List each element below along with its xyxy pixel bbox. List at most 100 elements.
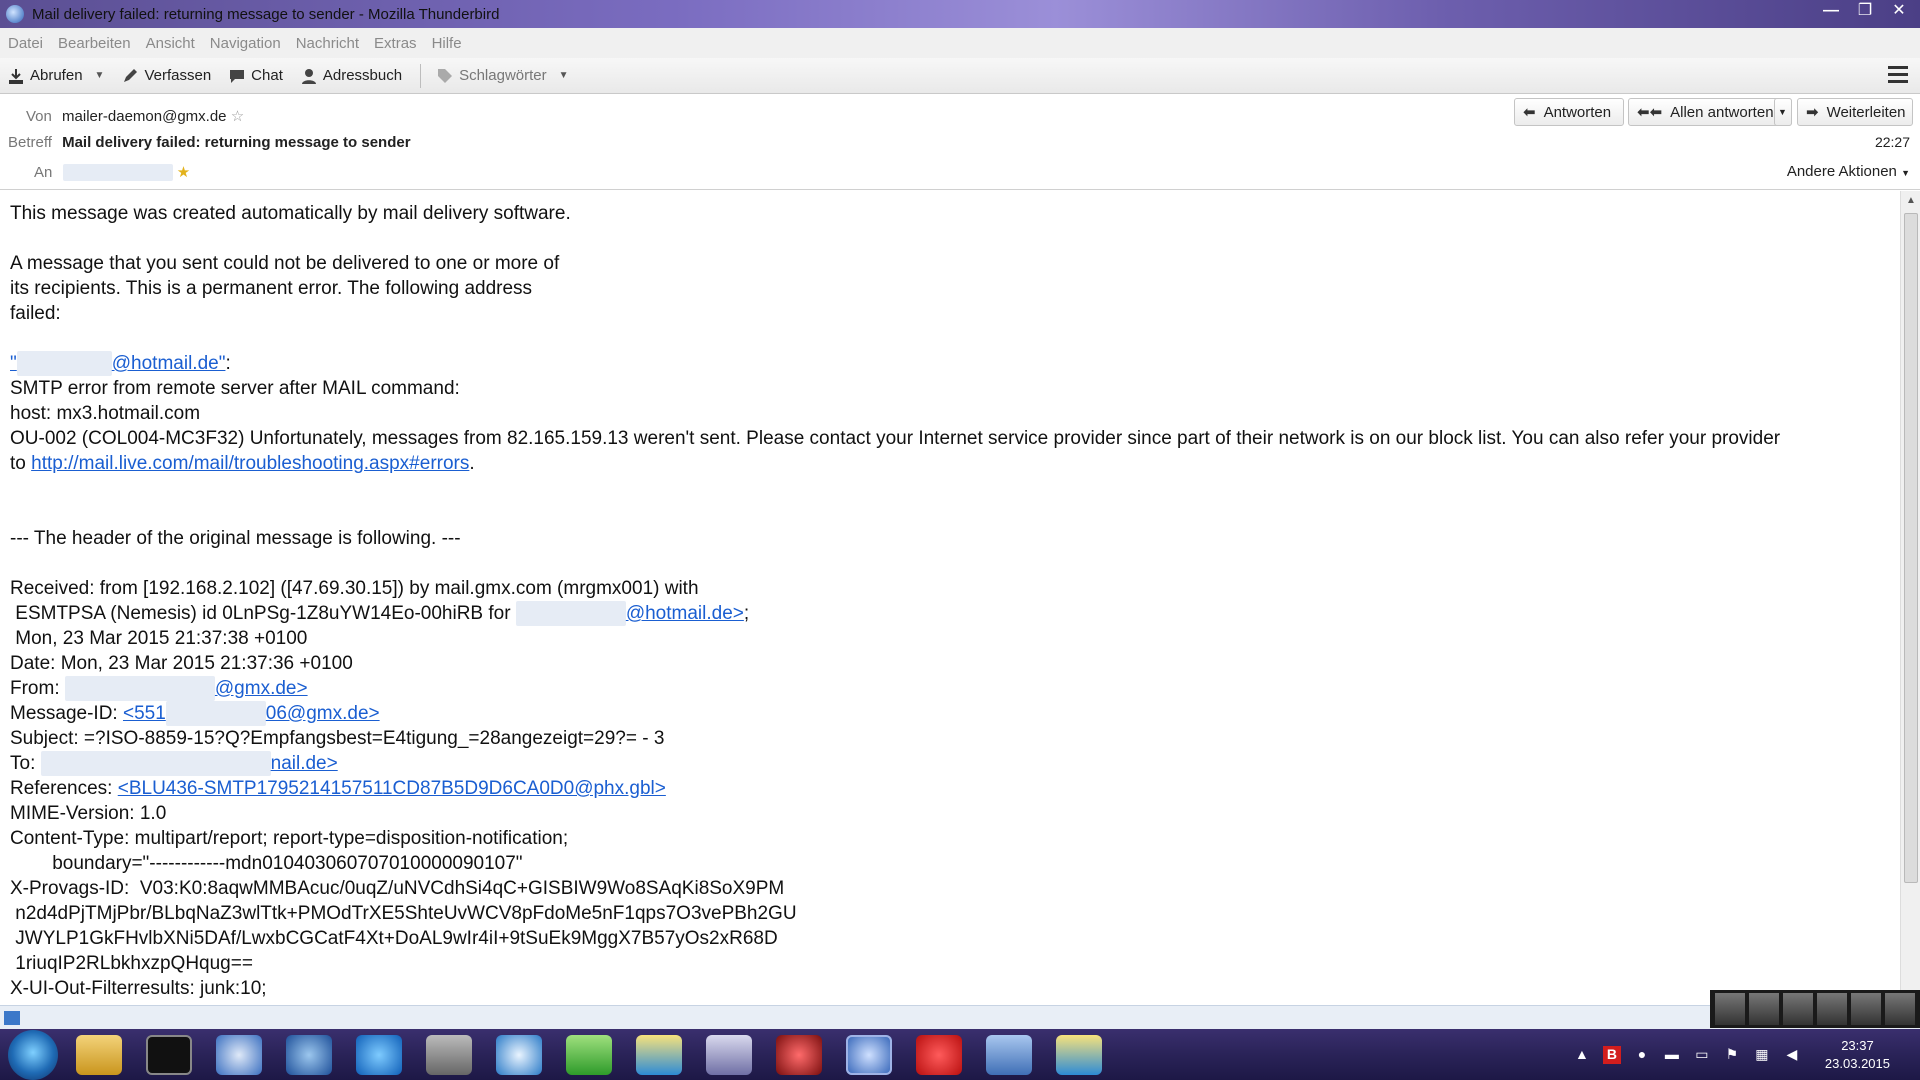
body-line: --- The header of the original message i… — [10, 528, 461, 549]
monitor-icon[interactable] — [706, 1034, 752, 1075]
get-mail-button[interactable]: Abrufen ▼ — [8, 67, 104, 84]
b-app-icon[interactable]: B — [1602, 1045, 1621, 1064]
body-line: JWYLP1GkFHvlbXNi5DAf/LwxbCGCatF4Xt+DoAL9… — [10, 928, 778, 949]
menu-hilfe[interactable]: Hilfe — [432, 35, 462, 52]
network-icon[interactable] — [496, 1034, 542, 1075]
recipient-link[interactable]: x@hotmail.de> — [515, 601, 744, 626]
thumbnail-image[interactable] — [1885, 993, 1915, 1025]
app-green-icon[interactable] — [566, 1034, 612, 1075]
chat-button[interactable]: Chat — [229, 67, 283, 84]
internet-explorer-icon[interactable] — [356, 1034, 402, 1075]
system-tray: ▲ B ● ▬ ▭ ⚑ ▦ ◀ 23:37 23.03.2015 — [1573, 1029, 1920, 1080]
menu-nachricht[interactable]: Nachricht — [296, 35, 359, 52]
body-line: Content-Type: multipart/report; report-t… — [10, 828, 569, 849]
volume-icon[interactable]: ◀ — [1783, 1046, 1801, 1064]
from-line: From: x@gmx.de> — [10, 676, 308, 701]
app-menu-icon[interactable] — [1888, 66, 1908, 87]
clock[interactable]: 23:37 23.03.2015 — [1825, 1037, 1890, 1073]
tray-app-icon[interactable]: ▬ — [1663, 1046, 1681, 1064]
compose-button[interactable]: Verfassen — [122, 67, 211, 84]
globe-icon[interactable] — [286, 1034, 332, 1075]
thumbnail-strip — [1710, 990, 1920, 1028]
menu-ansicht[interactable]: Ansicht — [146, 35, 195, 52]
scroll-up-icon[interactable]: ▲ — [1901, 195, 1920, 206]
body-line: 1riuqIP2RLbkhxzpQHqug== — [10, 953, 253, 974]
subject-value: Mail delivery failed: returning message … — [62, 134, 411, 151]
camera-icon[interactable] — [426, 1034, 472, 1075]
explorer-icon[interactable] — [76, 1034, 122, 1075]
tags-button[interactable]: Schlagwörter ▼ — [437, 67, 569, 84]
terminal-icon[interactable] — [146, 1034, 192, 1075]
references-link[interactable]: <BLU436-SMTP1795214157511CD87B5D9D6CA0D0… — [118, 778, 666, 799]
thumbnail-image[interactable] — [1783, 993, 1813, 1025]
to-value-redacted[interactable]: x — [62, 164, 173, 181]
browser-icon[interactable] — [216, 1034, 262, 1075]
body-line: X-UI-Out-Filterresults: junk:10; — [10, 978, 267, 999]
from-row: Von mailer-daemon@gmx.de ☆ — [26, 107, 244, 125]
body-line: host: mx3.hotmail.com — [10, 403, 201, 424]
thumbnail-image[interactable] — [1817, 993, 1847, 1025]
body-line: OU-002 (COL004-MC3F32) Unfortunately, me… — [10, 428, 1781, 449]
desktop-app-icon[interactable] — [986, 1034, 1032, 1075]
from-link[interactable]: @gmx.de> — [215, 678, 308, 699]
close-button[interactable]: ✕ — [1882, 0, 1916, 24]
thumbnail-image[interactable] — [1749, 993, 1779, 1025]
tray-app-icon[interactable]: ▭ — [1693, 1046, 1711, 1064]
network-tray-icon[interactable]: ▦ — [1753, 1046, 1771, 1064]
clock-time: 23:37 — [1841, 1037, 1874, 1053]
address-book-button[interactable]: Adressbuch — [301, 67, 402, 84]
message-id-link[interactable]: <551x06@gmx.de> — [123, 701, 380, 726]
troubleshooting-link[interactable]: http://mail.live.com/mail/troubleshootin… — [31, 453, 469, 474]
menu-datei[interactable]: Datei — [8, 35, 43, 52]
flag-icon[interactable]: ⚑ — [1723, 1046, 1741, 1064]
tray-expand-icon[interactable]: ▲ — [1573, 1046, 1591, 1064]
reply-arrow-icon: ⬅ — [1523, 104, 1536, 121]
chevron-down-icon: ▼ — [1778, 107, 1787, 117]
body-line: n2d4dPjTMjPbr/BLbqNaZ3wlTtk+PMOdTrXE5Sht… — [10, 903, 797, 924]
toolbar-separator — [420, 63, 422, 88]
thumbnail-image[interactable] — [1851, 993, 1881, 1025]
body-line: Date: Mon, 23 Mar 2015 21:37:36 +0100 — [10, 653, 353, 674]
body-line: MIME-Version: 1.0 — [10, 803, 167, 824]
reply-all-label: Allen antworten — [1670, 103, 1774, 121]
status-bar — [0, 1005, 1920, 1029]
other-actions-label: Andere Aktionen — [1786, 163, 1897, 180]
minimize-button[interactable]: — — [1814, 0, 1848, 24]
star-outline-icon[interactable]: ☆ — [231, 108, 244, 125]
download-icon — [9, 68, 23, 84]
chevron-down-icon[interactable]: ▼ — [95, 70, 105, 81]
thumbnail-image[interactable] — [1715, 993, 1745, 1025]
start-button[interactable] — [8, 1029, 58, 1080]
body-line: SMTP error from remote server after MAIL… — [10, 378, 460, 399]
activity-icon[interactable] — [4, 1011, 20, 1025]
other-actions-button[interactable]: Andere Aktionen ▼ — [1787, 163, 1910, 180]
forward-button[interactable]: ➡ Weiterleiten — [1797, 98, 1913, 126]
main-toolbar: Abrufen ▼ Verfassen Chat Adressbuch Schl… — [0, 58, 1920, 94]
maximize-button[interactable]: ❐ — [1848, 0, 1882, 24]
thunderbird-icon — [6, 5, 24, 23]
vertical-scrollbar[interactable]: ▲ ▼ — [1900, 191, 1920, 1005]
reply-all-dropdown[interactable]: ▼ — [1774, 98, 1792, 126]
to-row: An x ★ — [34, 163, 190, 181]
pdf-reader-icon[interactable] — [916, 1034, 962, 1075]
tray-app-icon[interactable]: ● — [1633, 1046, 1651, 1064]
to-link[interactable]: nail.de> — [271, 753, 338, 774]
menu-navigation[interactable]: Navigation — [210, 35, 281, 52]
message-body: This message was created automatically b… — [0, 191, 1900, 1005]
failed-address-link[interactable]: "x@hotmail.de" — [10, 351, 225, 376]
reply-all-button[interactable]: ⬅⬅ Allen antworten — [1628, 98, 1792, 126]
scrollbar-thumb[interactable] — [1904, 213, 1918, 883]
from-value[interactable]: mailer-daemon@gmx.de — [62, 108, 226, 125]
app-tiles-icon[interactable] — [1056, 1034, 1102, 1075]
menu-bearbeiten[interactable]: Bearbeiten — [58, 35, 131, 52]
compose-label: Verfassen — [144, 67, 212, 84]
app-tiles-icon[interactable] — [636, 1034, 682, 1075]
to-label: An — [34, 164, 53, 181]
reply-button[interactable]: ⬅ Antworten — [1514, 98, 1624, 126]
tags-label: Schlagwörter — [459, 67, 547, 84]
menu-extras[interactable]: Extras — [374, 35, 417, 52]
red-circle-app-icon[interactable] — [776, 1034, 822, 1075]
star-filled-icon[interactable]: ★ — [177, 164, 190, 181]
tag-icon — [438, 68, 453, 83]
thunderbird-taskbar-icon[interactable] — [846, 1034, 892, 1075]
